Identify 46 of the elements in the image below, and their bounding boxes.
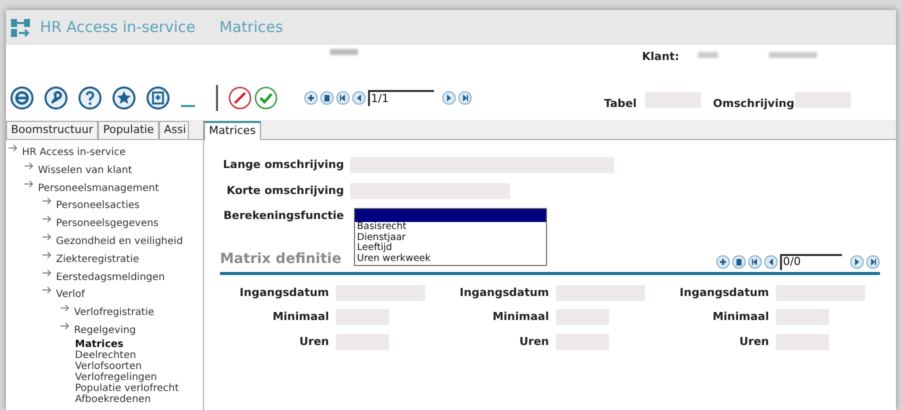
section-title: Matrix definitie <box>220 250 342 268</box>
tree-item[interactable]: Verlofsoorten <box>75 360 142 372</box>
field-label: Uren <box>738 334 770 350</box>
tree-item[interactable]: Personeelsmanagement <box>38 180 159 196</box>
tree-item[interactable]: HR Access in-service <box>22 145 126 160</box>
tree-item[interactable]: Personeelsacties <box>56 198 140 214</box>
tabel-label: Tabel <box>604 96 637 112</box>
tree-item[interactable]: Regelgeving <box>74 322 136 338</box>
tree-item[interactable]: Eerstedagsmeldingen <box>56 270 165 285</box>
field-label: Minimaal <box>492 309 550 325</box>
client-label: Klant: <box>642 49 680 65</box>
dropdown-option[interactable]: Basisrecht <box>355 222 546 232</box>
pager-field[interactable]: 0/0 <box>780 254 842 270</box>
tab[interactable]: Populatie <box>98 121 159 139</box>
tree-item[interactable]: Afboekredenen <box>75 394 151 405</box>
omschrijving-label: Omschrijving <box>713 96 794 112</box>
tree-item[interactable]: Verlof <box>56 287 85 302</box>
tab[interactable]: Matrices <box>204 121 261 140</box>
field-label: Ingangsdatum <box>458 284 550 300</box>
tree-item[interactable]: Gezondheid en veiligheid <box>56 234 183 249</box>
dropdown-list[interactable]: Basisrecht Dienstjaar Leeftijd Uren werkweek <box>354 208 547 266</box>
dropdown-option[interactable]: Dienstjaar <box>355 232 546 243</box>
field-label: Uren <box>518 334 550 350</box>
pager-field[interactable]: 1/1 <box>368 90 434 106</box>
page-title: Matrices <box>219 17 284 38</box>
tab[interactable]: Assi <box>158 121 189 139</box>
tree-item[interactable]: Deelrechten <box>75 350 136 361</box>
tree-item[interactable]: Matrices <box>75 338 124 350</box>
dropdown-option[interactable]: Uren werkweek <box>355 254 546 264</box>
tab[interactable]: Boomstructuur <box>6 121 98 139</box>
app-title: HR Access in-service <box>40 17 196 38</box>
field-label: Lange omschrijving <box>222 157 345 173</box>
tree-item[interactable]: Ziekteregistratie <box>56 252 140 267</box>
tree-item[interactable]: Verlofregelingen <box>75 372 158 383</box>
tree-item[interactable]: Verlofregistratie <box>74 305 154 320</box>
field-label: Uren <box>298 334 330 350</box>
tree-item[interactable]: Personeelsgegevens <box>56 216 159 232</box>
dropdown-option[interactable]: Leeftijd <box>355 243 546 254</box>
field-label: Ingangsdatum <box>238 284 330 300</box>
field-label: Minimaal <box>272 309 330 325</box>
field-label: Berekeningsfunctie <box>222 208 345 224</box>
field-label: Korte omschrijving <box>226 182 345 198</box>
tree-item[interactable]: Populatie verlofrecht <box>75 382 179 394</box>
field-label: Ingangsdatum <box>678 284 770 300</box>
tree-item[interactable]: Wisselen van klant <box>38 162 132 178</box>
field-label: Minimaal <box>712 309 770 325</box>
